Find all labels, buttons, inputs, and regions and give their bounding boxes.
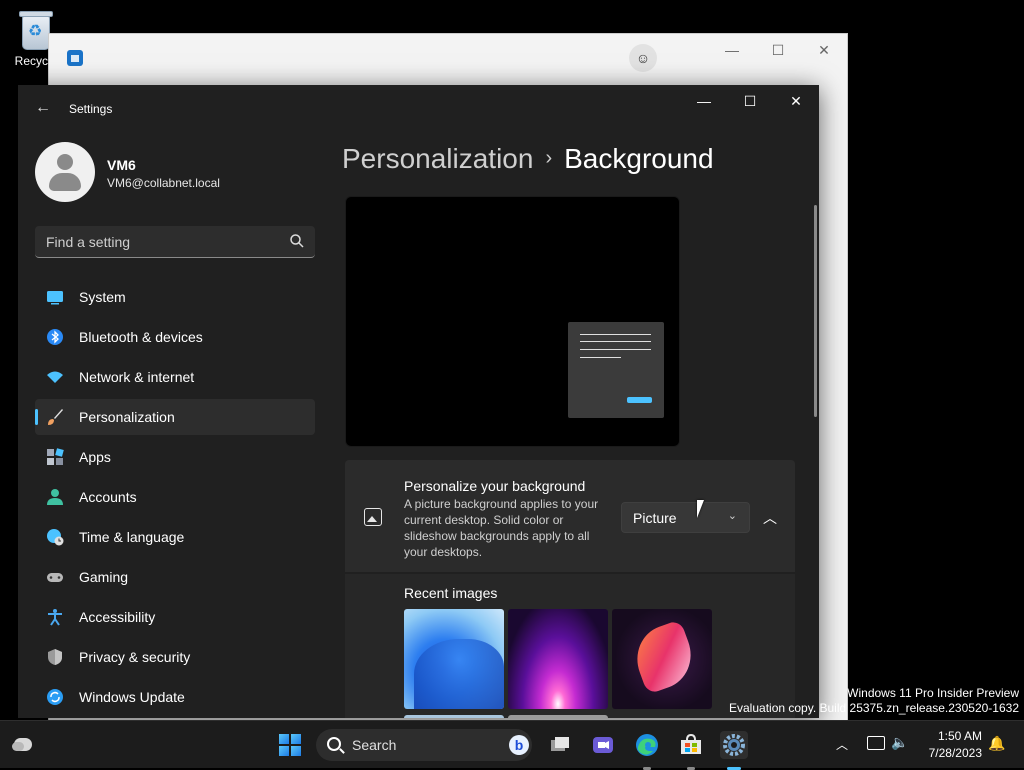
sidebar-item-network[interactable]: Network & internet <box>35 359 315 395</box>
sidebar-item-label: Personalization <box>79 409 175 425</box>
recent-image-thumbnail[interactable] <box>404 715 504 718</box>
breadcrumb-parent[interactable]: Personalization <box>342 143 533 174</box>
recent-images-label: Recent images <box>404 585 498 601</box>
image-icon <box>364 508 382 526</box>
recent-image-thumbnail[interactable] <box>508 715 608 718</box>
sidebar-item-label: Apps <box>79 449 111 465</box>
wifi-icon <box>47 371 63 383</box>
sidebar-item-label: System <box>79 289 126 305</box>
sidebar-item-system[interactable]: System <box>35 279 315 315</box>
edge-icon[interactable] <box>633 731 661 770</box>
apps-icon <box>47 448 64 465</box>
page-title: Background <box>564 143 714 174</box>
account-icon[interactable]: ☺ <box>629 44 657 72</box>
weather-icon[interactable] <box>11 734 35 754</box>
recent-image-thumbnail[interactable] <box>508 609 608 709</box>
card-title: Personalize your background <box>404 478 586 494</box>
sidebar-item-privacy[interactable]: Privacy & security <box>35 639 315 675</box>
recent-image-thumbnail[interactable] <box>404 609 504 709</box>
sidebar-item-label: Time & language <box>79 529 185 545</box>
sidebar-item-personalization[interactable]: Personalization <box>35 399 315 435</box>
sidebar-nav: System Bluetooth & devices Network & int… <box>35 279 315 718</box>
watermark-line1: Windows 11 Pro Insider Preview <box>847 686 1019 700</box>
sidebar-item-label: Windows Update <box>79 689 185 705</box>
task-view-icon[interactable] <box>546 731 574 759</box>
store-minimize-button[interactable]: — <box>709 40 755 60</box>
volume-icon[interactable]: 🔈 <box>891 734 908 751</box>
sidebar-item-label: Accounts <box>79 489 137 505</box>
maximize-button[interactable]: ☐ <box>727 90 773 112</box>
mouse-cursor <box>697 500 704 518</box>
user-name: VM6 <box>107 157 136 173</box>
taskbar-search-label: Search <box>352 737 397 753</box>
store-titlebar[interactable]: ☺ — ☐ ✕ <box>49 34 847 82</box>
card-description: A picture background applies to your cur… <box>404 497 599 559</box>
sidebar-item-label: Accessibility <box>79 609 156 625</box>
chevron-up-icon[interactable]: ︿ <box>836 736 848 753</box>
avatar <box>35 142 95 202</box>
sidebar-item-apps[interactable]: Apps <box>35 439 315 475</box>
sidebar-item-accounts[interactable]: Accounts <box>35 479 315 515</box>
bing-icon[interactable]: b <box>509 735 529 755</box>
back-button[interactable]: ← <box>32 97 54 119</box>
settings-search[interactable] <box>35 226 315 258</box>
personalize-background-card: Personalize your background A picture ba… <box>345 460 795 572</box>
user-email: VM6@collabnet.local <box>107 176 220 190</box>
sidebar-item-bluetooth[interactable]: Bluetooth & devices <box>35 319 315 355</box>
recent-images-section: Recent images <box>345 574 795 718</box>
background-type-dropdown[interactable]: Picture ⌄ <box>621 502 750 533</box>
gamepad-icon <box>47 573 63 582</box>
bluetooth-icon <box>47 329 63 345</box>
store-maximize-button[interactable]: ☐ <box>755 40 801 60</box>
search-icon <box>327 737 341 751</box>
update-icon <box>47 689 63 705</box>
system-icon <box>47 291 63 305</box>
sidebar-item-time-language[interactable]: Time & language <box>35 519 315 555</box>
sidebar-item-accessibility[interactable]: Accessibility <box>35 599 315 635</box>
sidebar-item-label: Privacy & security <box>79 649 191 665</box>
settings-titlebar[interactable]: ← Settings — ☐ ✕ <box>18 85 819 133</box>
search-icon <box>290 234 304 248</box>
network-icon[interactable] <box>867 736 885 750</box>
dropdown-value: Picture <box>633 510 677 526</box>
desktop-preview <box>345 196 680 447</box>
settings-app-icon[interactable] <box>720 731 748 770</box>
breadcrumb-separator: › <box>545 147 553 169</box>
globe-clock-icon <box>47 529 64 546</box>
clock-date[interactable]: 7/28/2023 <box>914 746 982 760</box>
clock-time[interactable]: 1:50 AM <box>924 729 982 743</box>
accessibility-icon <box>48 609 62 626</box>
shield-icon <box>48 649 62 665</box>
desktop: ♻ Recycle ☺ — ☐ ✕ ← Settings — ☐ ✕ VM6 V… <box>0 0 1024 770</box>
window-title: Settings <box>69 102 113 116</box>
sidebar-item-label: Network & internet <box>79 369 195 385</box>
recent-image-thumbnail[interactable] <box>612 609 712 709</box>
close-button[interactable]: ✕ <box>773 90 819 112</box>
minimize-button[interactable]: — <box>681 90 727 112</box>
teams-chat-icon[interactable] <box>589 731 617 759</box>
settings-window: ← Settings — ☐ ✕ VM6 VM6@collabnet.local… <box>18 85 819 718</box>
breadcrumb: Personalization › Background <box>342 143 714 175</box>
store-close-button[interactable]: ✕ <box>801 40 847 60</box>
person-icon <box>47 489 63 505</box>
sidebar-item-gaming[interactable]: Gaming <box>35 559 315 595</box>
chevron-down-icon: ⌄ <box>727 510 737 522</box>
sidebar-item-label: Gaming <box>79 569 129 585</box>
chevron-up-icon: ︿ <box>763 510 777 526</box>
sidebar-item-label: Bluetooth & devices <box>79 329 203 345</box>
watermark-line2: Evaluation copy. Build 25375.zn_release.… <box>729 701 1019 715</box>
taskbar-search[interactable]: Search b <box>316 729 532 761</box>
search-input[interactable] <box>35 226 285 257</box>
preview-window <box>568 322 664 418</box>
scrollbar[interactable] <box>814 205 817 417</box>
taskbar: Search b ︿ 🔈 1:50 AM 7/28/2023 🔔 <box>0 720 1024 770</box>
brush-icon <box>48 409 63 425</box>
store-icon <box>67 50 83 66</box>
start-button[interactable] <box>279 734 301 756</box>
store-icon[interactable] <box>677 731 705 770</box>
sidebar-item-windows-update[interactable]: Windows Update <box>35 679 315 715</box>
notification-icon[interactable]: 🔔 <box>988 735 1005 752</box>
collapse-button[interactable]: ︿ <box>756 506 784 530</box>
